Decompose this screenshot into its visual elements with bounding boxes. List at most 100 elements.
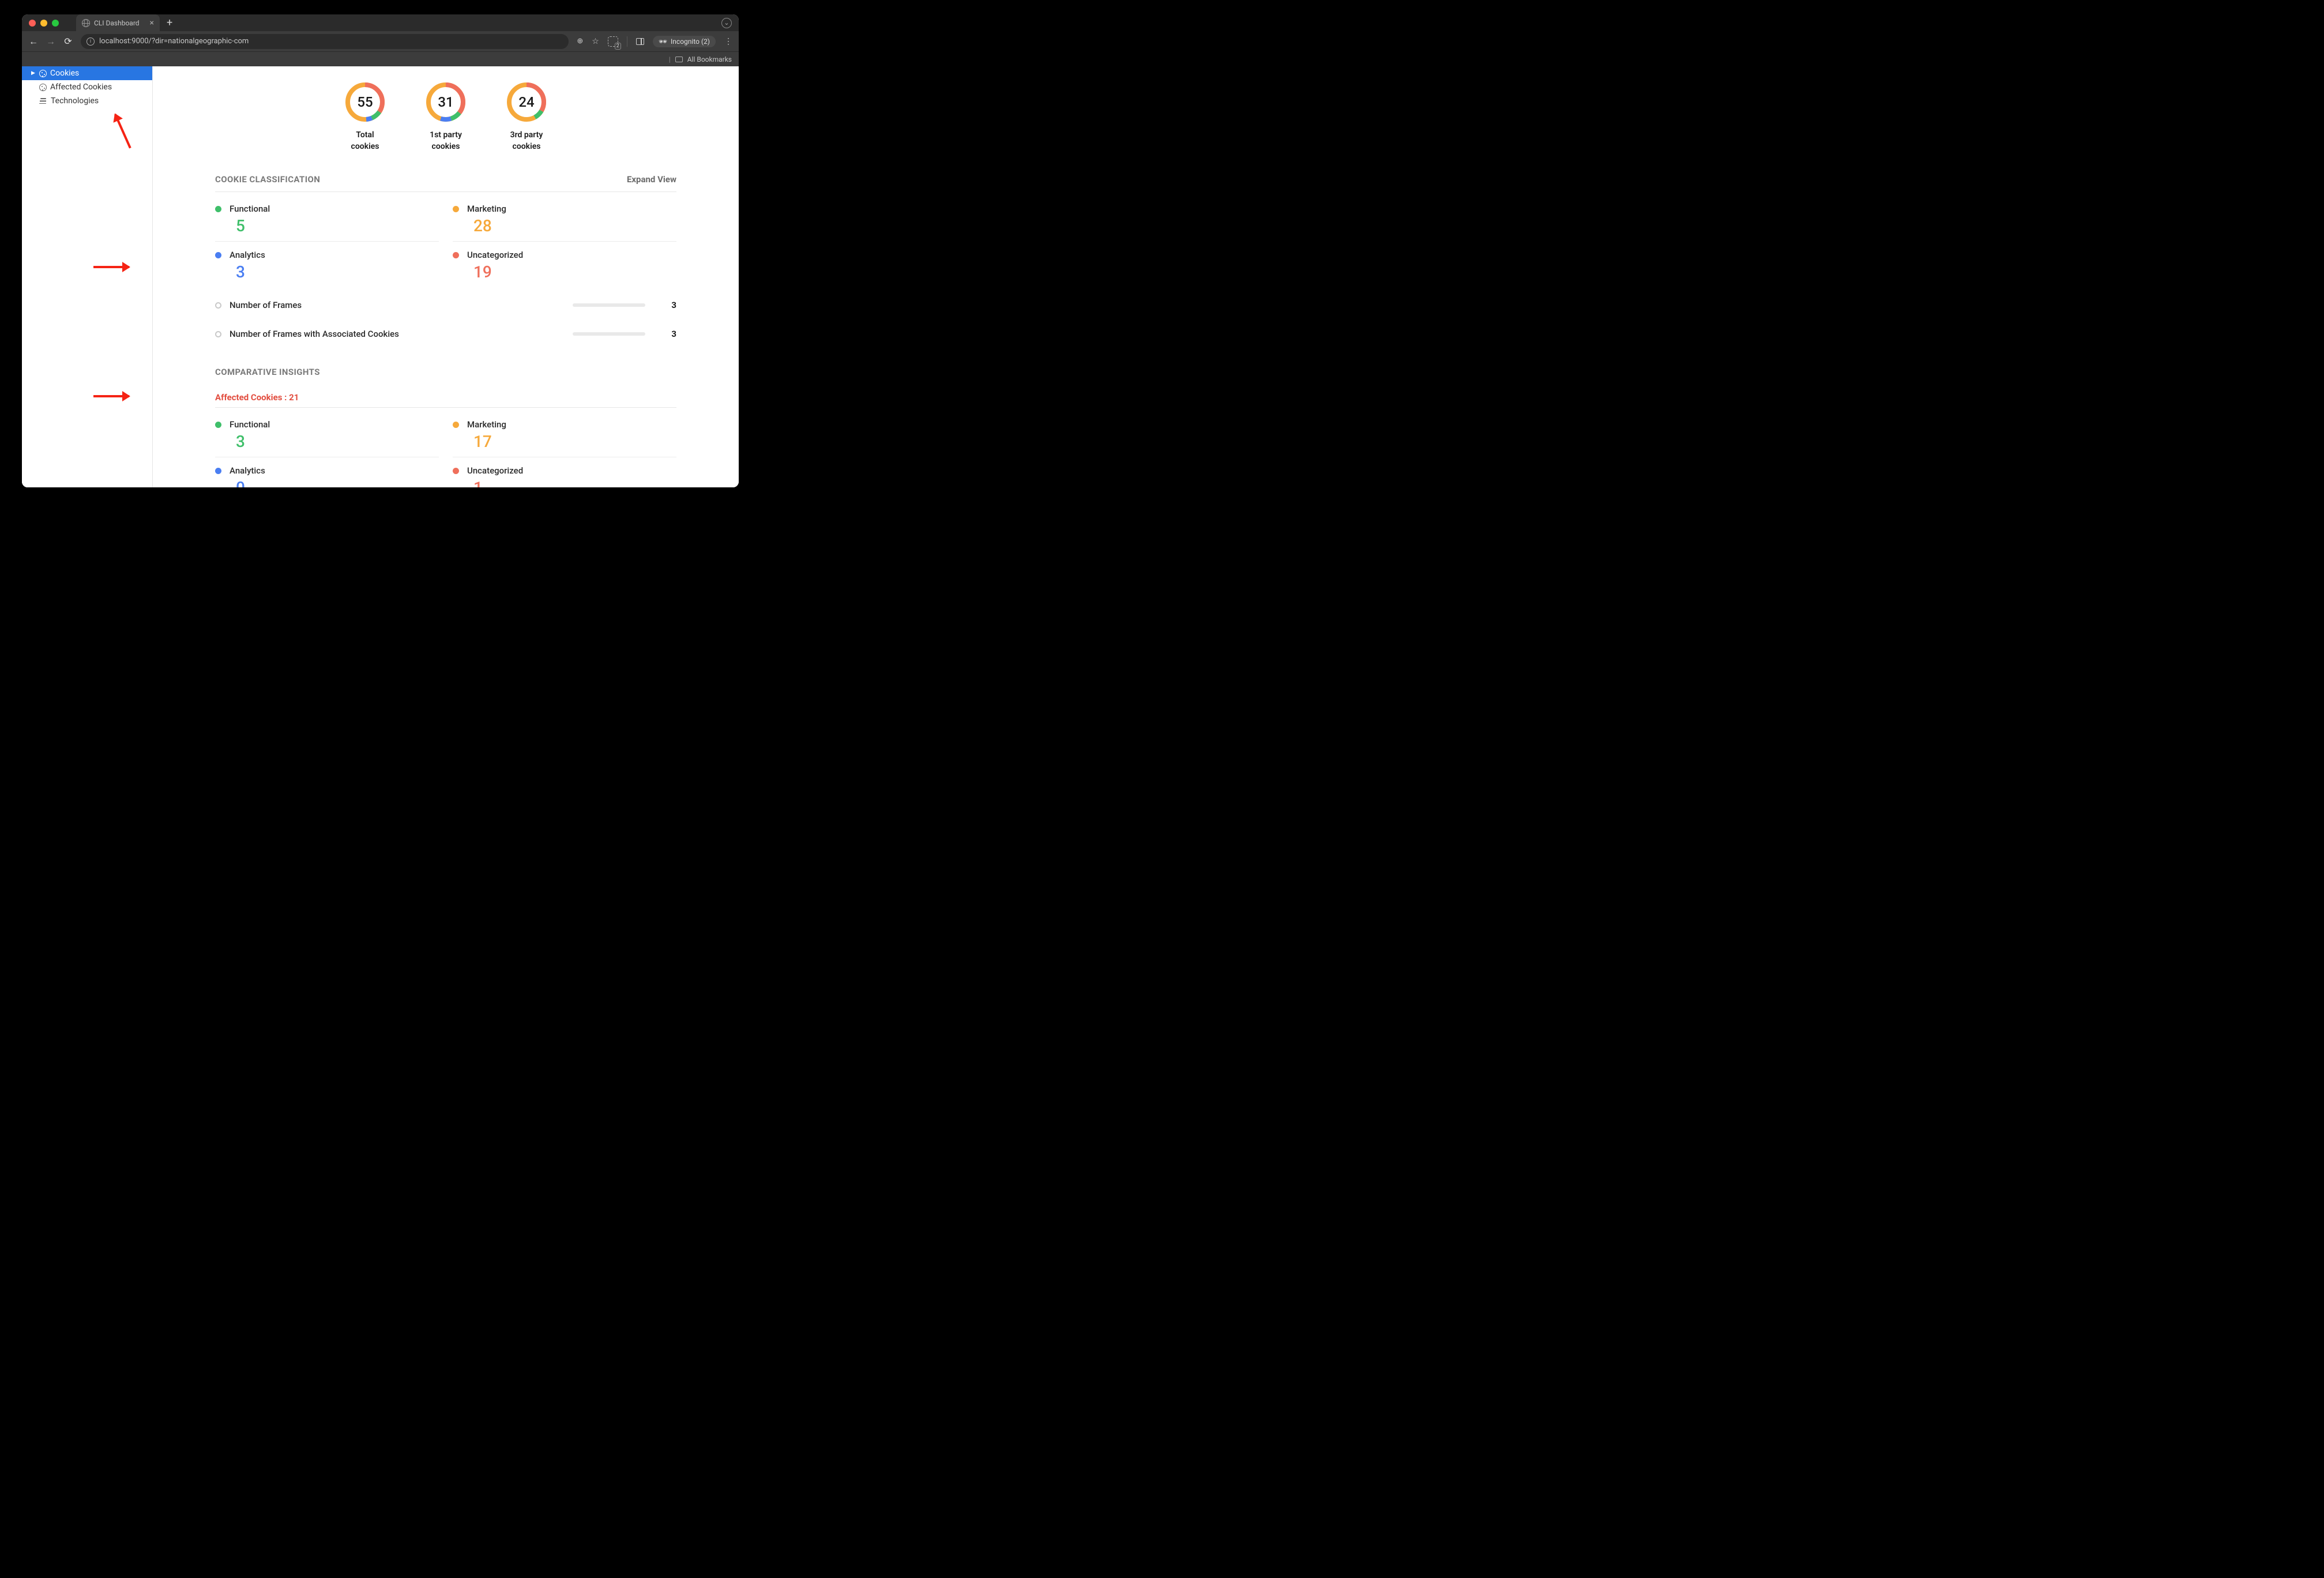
category-label: Uncategorized: [467, 465, 523, 476]
technologies-icon: [39, 97, 47, 105]
bookmarks-bar: | All Bookmarks: [22, 51, 739, 66]
section-title: COOKIE CLASSIFICATION: [215, 174, 320, 185]
back-button[interactable]: ←: [29, 36, 38, 47]
ring-icon: [215, 331, 221, 337]
category-label: Functional: [230, 419, 270, 430]
site-info-icon[interactable]: i: [87, 37, 95, 46]
separator: |: [669, 55, 671, 63]
dot-icon: [453, 206, 459, 212]
dot-icon: [215, 422, 221, 428]
metric-frames-cookies: Number of Frames with Associated Cookies…: [215, 320, 676, 348]
menu-icon[interactable]: ⋮: [724, 37, 732, 46]
side-panel-icon[interactable]: [636, 38, 644, 45]
classification-grid: Functional 5 Marketing 28 Analytics 3 Un…: [215, 196, 676, 287]
zoom-icon[interactable]: ⊕: [577, 37, 583, 46]
extensions-button[interactable]: 2: [608, 36, 618, 47]
address-bar[interactable]: i localhost:9000/?dir=nationalgeographic…: [81, 34, 569, 49]
donut-chart-total: 55: [344, 81, 386, 123]
reload-button[interactable]: ⟳: [63, 36, 73, 47]
ring-icon: [215, 302, 221, 309]
donut-first-party: 31 1st partycookies: [420, 81, 472, 152]
all-bookmarks-button[interactable]: All Bookmarks: [687, 55, 732, 63]
category-label: Marketing: [467, 419, 506, 430]
sidebar-item-label: Affected Cookies: [50, 82, 112, 92]
close-tab-button[interactable]: ×: [150, 18, 154, 28]
category-value: 0: [236, 478, 439, 487]
metric-value: 3: [670, 329, 676, 339]
section-header: COMPARATIVE INSIGHTS: [215, 348, 676, 384]
sidebar: ▶ Cookies Affected Cookies Technologies: [22, 66, 153, 487]
sidebar-item-label: Cookies: [50, 69, 79, 78]
comp-marketing: Marketing 17: [453, 411, 676, 457]
browser-window: CLI Dashboard × + ⌄ ← → ⟳ i localhost:90…: [22, 14, 739, 487]
donut-label: 1st partycookies: [430, 130, 462, 152]
sidebar-item-technologies[interactable]: Technologies: [22, 94, 152, 108]
section-header: COOKIE CLASSIFICATION Expand View: [215, 163, 676, 191]
incognito-badge[interactable]: 🕶 Incognito (2): [653, 36, 716, 47]
cookie-icon: [39, 70, 47, 77]
comp-analytics: Analytics 0: [215, 457, 439, 487]
donut-total: 55 Totalcookies: [339, 81, 391, 152]
content-area: ▶ Cookies Affected Cookies Technologies: [22, 66, 739, 487]
affected-cookies-label: Affected Cookies : 21: [215, 384, 676, 407]
expand-arrow-icon[interactable]: ▶: [31, 70, 36, 76]
comp-functional: Functional 3: [215, 411, 439, 457]
category-marketing: Marketing 28: [453, 196, 676, 242]
sidebar-item-label: Technologies: [51, 96, 99, 106]
category-label: Uncategorized: [467, 250, 523, 260]
chevron-down-icon[interactable]: ⌄: [721, 18, 732, 28]
toolbar: ← → ⟳ i localhost:9000/?dir=nationalgeog…: [22, 31, 739, 51]
category-label: Marketing: [467, 204, 506, 214]
section-title: COMPARATIVE INSIGHTS: [215, 367, 320, 377]
sidebar-item-cookies[interactable]: ▶ Cookies: [22, 66, 152, 80]
cookie-icon: [39, 84, 47, 91]
window-minimize-button[interactable]: [40, 20, 47, 27]
window-close-button[interactable]: [29, 20, 36, 27]
category-label: Functional: [230, 204, 270, 214]
sidebar-item-affected-cookies[interactable]: Affected Cookies: [22, 80, 152, 94]
metric-frames: Number of Frames 3: [215, 291, 676, 320]
category-analytics: Analytics 3: [215, 242, 439, 287]
traffic-lights: [29, 20, 59, 27]
donut-chart-third-party: 24: [506, 81, 547, 123]
window-maximize-button[interactable]: [52, 20, 59, 27]
main-content: 55 Totalcookies 31: [153, 66, 739, 487]
bookmark-star-icon[interactable]: ☆: [592, 37, 599, 46]
donut-row: 55 Totalcookies 31: [153, 66, 739, 163]
divider: [215, 191, 676, 192]
browser-chrome: CLI Dashboard × + ⌄ ← → ⟳ i localhost:90…: [22, 14, 739, 66]
donut-value: 55: [344, 81, 386, 123]
metrics-list: Number of Frames 3 Number of Frames with…: [215, 291, 676, 348]
metric-value: 3: [670, 300, 676, 310]
category-value: 17: [473, 432, 676, 451]
dot-icon: [453, 252, 459, 258]
expand-view-button[interactable]: Expand View: [627, 174, 676, 185]
forward-button[interactable]: →: [46, 36, 55, 47]
dot-icon: [215, 206, 221, 212]
category-value: 28: [473, 216, 676, 235]
bar-track: [573, 332, 645, 336]
category-label: Analytics: [230, 465, 265, 476]
comparative-grid: Functional 3 Marketing 17 Analytics 0 Un…: [215, 411, 676, 487]
comparative-section: COMPARATIVE INSIGHTS Affected Cookies : …: [153, 348, 739, 487]
donut-value: 24: [506, 81, 547, 123]
classification-section: COOKIE CLASSIFICATION Expand View Functi…: [153, 163, 739, 348]
dot-icon: [215, 252, 221, 258]
browser-tab[interactable]: CLI Dashboard ×: [76, 14, 160, 31]
dot-icon: [215, 468, 221, 474]
divider: [215, 407, 676, 408]
url-text: localhost:9000/?dir=nationalgeographic-c…: [99, 37, 249, 46]
category-label: Analytics: [230, 250, 265, 260]
category-value: 1: [473, 478, 676, 487]
dot-icon: [453, 422, 459, 428]
incognito-icon: 🕶: [659, 37, 667, 46]
dot-icon: [453, 468, 459, 474]
folder-icon: [675, 57, 683, 62]
bar-track: [573, 303, 645, 307]
donut-chart-first-party: 31: [425, 81, 467, 123]
category-value: 3: [236, 262, 439, 281]
donut-value: 31: [425, 81, 467, 123]
donut-third-party: 24 3rd partycookies: [501, 81, 552, 152]
new-tab-button[interactable]: +: [167, 17, 172, 29]
comp-uncategorized: Uncategorized 1: [453, 457, 676, 487]
